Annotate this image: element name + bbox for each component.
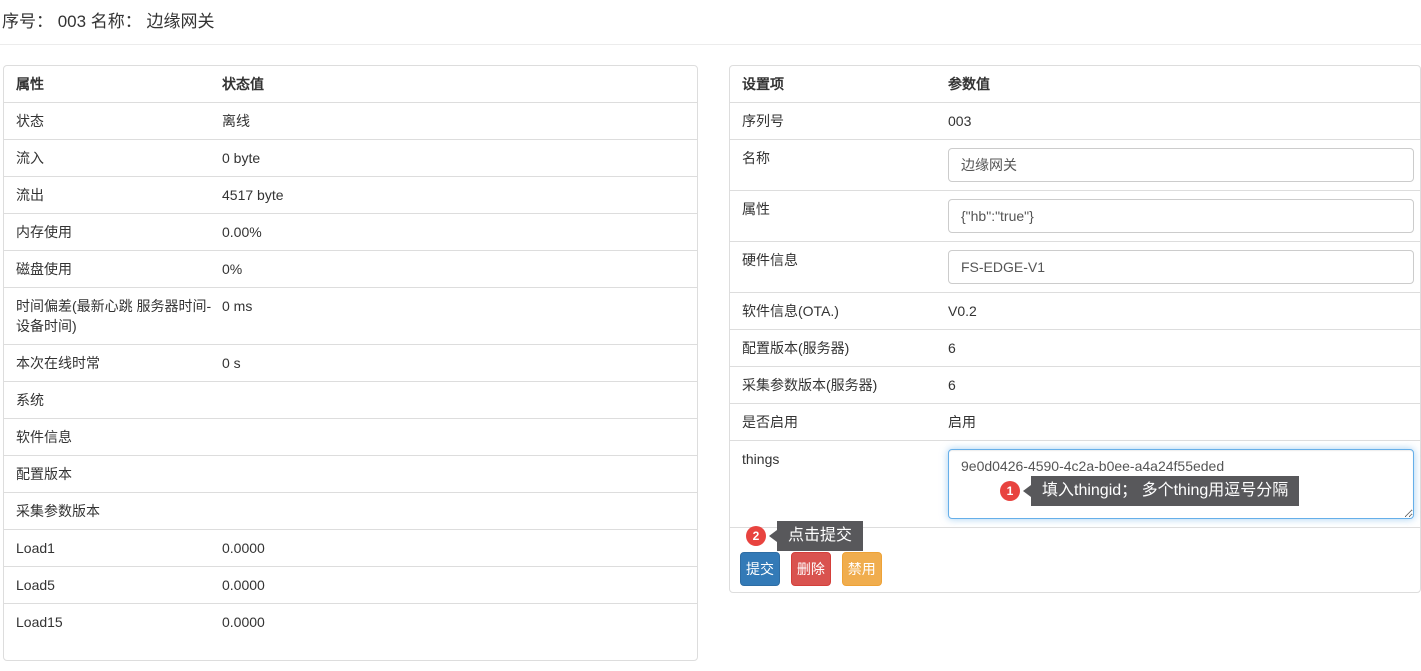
table-row-disk: 磁盘使用 0% — [4, 250, 697, 287]
row-value: 0.0000 — [222, 530, 697, 566]
row-value: 0.0000 — [222, 567, 697, 603]
settings-row-serial: 序列号 003 — [730, 102, 1420, 139]
delete-button[interactable]: 删除 — [791, 552, 831, 586]
settings-table-header: 设置项 参数值 — [730, 66, 1420, 102]
settings-header-item: 设置项 — [730, 66, 948, 102]
config-version-value: 6 — [948, 330, 1420, 366]
row-label: 名称 — [730, 140, 948, 190]
row-value — [222, 493, 697, 529]
row-value: 离线 — [222, 103, 697, 139]
hardware-input[interactable] — [948, 250, 1414, 284]
device-settings-table: 设置项 参数值 序列号 003 名称 属性 硬件信息 — [730, 66, 1420, 592]
step2-badge: 2 — [746, 526, 766, 546]
settings-row-config-version: 配置版本(服务器) 6 — [730, 329, 1420, 366]
software-ota-value: V0.2 — [948, 293, 1420, 329]
settings-row-collect-version: 采集参数版本(服务器) 6 — [730, 366, 1420, 403]
table-row-load1: Load1 0.0000 — [4, 529, 697, 566]
content-area: 属性 状态值 状态 离线 流入 0 byte 流出 4517 byte 内存使用… — [0, 45, 1421, 661]
row-label: 流入 — [4, 140, 222, 176]
row-value: 4517 byte — [222, 177, 697, 213]
row-value: 0 ms — [222, 288, 697, 344]
tooltip-arrow-icon — [769, 530, 777, 542]
settings-row-attributes: 属性 — [730, 190, 1420, 241]
row-label: Load1 — [4, 530, 222, 566]
row-label: 配置版本(服务器) — [730, 330, 948, 366]
row-label: 硬件信息 — [730, 242, 948, 292]
row-label: things — [730, 441, 948, 527]
row-label: 本次在线时常 — [4, 345, 222, 381]
status-header-value: 状态值 — [222, 66, 697, 102]
table-row-outflow: 流出 4517 byte — [4, 176, 697, 213]
enabled-value: 启用 — [948, 404, 1420, 440]
settings-row-enabled: 是否启用 启用 — [730, 403, 1420, 440]
row-label: 系统 — [4, 382, 222, 418]
step1-tooltip: 填入thingid； 多个thing用逗号分隔 — [1031, 476, 1299, 506]
attributes-input[interactable] — [948, 199, 1414, 233]
device-status-panel: 属性 状态值 状态 离线 流入 0 byte 流出 4517 byte 内存使用… — [3, 65, 698, 661]
settings-row-hardware: 硬件信息 — [730, 241, 1420, 292]
row-label: Load5 — [4, 567, 222, 603]
name-input[interactable] — [948, 148, 1414, 182]
device-settings-panel: 设置项 参数值 序列号 003 名称 属性 硬件信息 — [729, 65, 1421, 593]
table-row-load15: Load15 0.0000 — [4, 603, 697, 640]
row-label: 采集参数版本 — [4, 493, 222, 529]
row-value — [222, 382, 697, 418]
table-row-software-info: 软件信息 — [4, 418, 697, 455]
status-table-header: 属性 状态值 — [4, 66, 697, 102]
status-header-attribute: 属性 — [4, 66, 222, 102]
page-title: 序号： 003 名称： 边缘网关 — [0, 0, 1421, 45]
row-label: 软件信息(OTA.) — [730, 293, 948, 329]
row-label: 属性 — [730, 191, 948, 241]
row-label: 时间偏差(最新心跳 服务器时间-设备时间) — [4, 288, 222, 344]
row-label: 流出 — [4, 177, 222, 213]
row-value: 0 s — [222, 345, 697, 381]
tooltip-arrow-icon — [1023, 485, 1031, 497]
row-label: 采集参数版本(服务器) — [730, 367, 948, 403]
collect-version-value: 6 — [948, 367, 1420, 403]
row-value: 0% — [222, 251, 697, 287]
table-row-system: 系统 — [4, 381, 697, 418]
submit-button[interactable]: 提交 — [740, 552, 780, 586]
annotation-step2: 2 点击提交 — [746, 521, 863, 551]
table-row-load5: Load5 0.0000 — [4, 566, 697, 603]
row-value — [222, 456, 697, 492]
settings-actions-row: 2 点击提交 提交 删除 禁用 — [730, 527, 1420, 592]
disable-button[interactable]: 禁用 — [842, 552, 882, 586]
settings-header-value: 参数值 — [948, 66, 1420, 102]
row-label: 状态 — [4, 103, 222, 139]
row-label: 内存使用 — [4, 214, 222, 250]
row-label: 配置版本 — [4, 456, 222, 492]
table-row-memory: 内存使用 0.00% — [4, 213, 697, 250]
step2-tooltip: 点击提交 — [777, 521, 863, 551]
row-label: 是否启用 — [730, 404, 948, 440]
row-value: 0.0000 — [222, 604, 697, 640]
step1-badge: 1 — [1000, 481, 1020, 501]
row-value: 0.00% — [222, 214, 697, 250]
row-value — [222, 419, 697, 455]
table-row-collect-version: 采集参数版本 — [4, 492, 697, 529]
settings-row-name: 名称 — [730, 139, 1420, 190]
serial-value: 003 — [948, 103, 1420, 139]
row-label: 序列号 — [730, 103, 948, 139]
table-row-time-offset: 时间偏差(最新心跳 服务器时间-设备时间) 0 ms — [4, 287, 697, 344]
device-status-table: 属性 状态值 状态 离线 流入 0 byte 流出 4517 byte 内存使用… — [4, 66, 697, 640]
row-label: 磁盘使用 — [4, 251, 222, 287]
table-row-status: 状态 离线 — [4, 102, 697, 139]
annotation-step1: 1 填入thingid； 多个thing用逗号分隔 — [1000, 476, 1299, 506]
table-row-config-version: 配置版本 — [4, 455, 697, 492]
settings-row-software-ota: 软件信息(OTA.) V0.2 — [730, 292, 1420, 329]
table-row-online-duration: 本次在线时常 0 s — [4, 344, 697, 381]
row-value: 0 byte — [222, 140, 697, 176]
row-label: Load15 — [4, 604, 222, 640]
settings-row-things: things 9e0d0426-4590-4c2a-b0ee-a4a24f55e… — [730, 440, 1420, 527]
table-row-inflow: 流入 0 byte — [4, 139, 697, 176]
row-label: 软件信息 — [4, 419, 222, 455]
